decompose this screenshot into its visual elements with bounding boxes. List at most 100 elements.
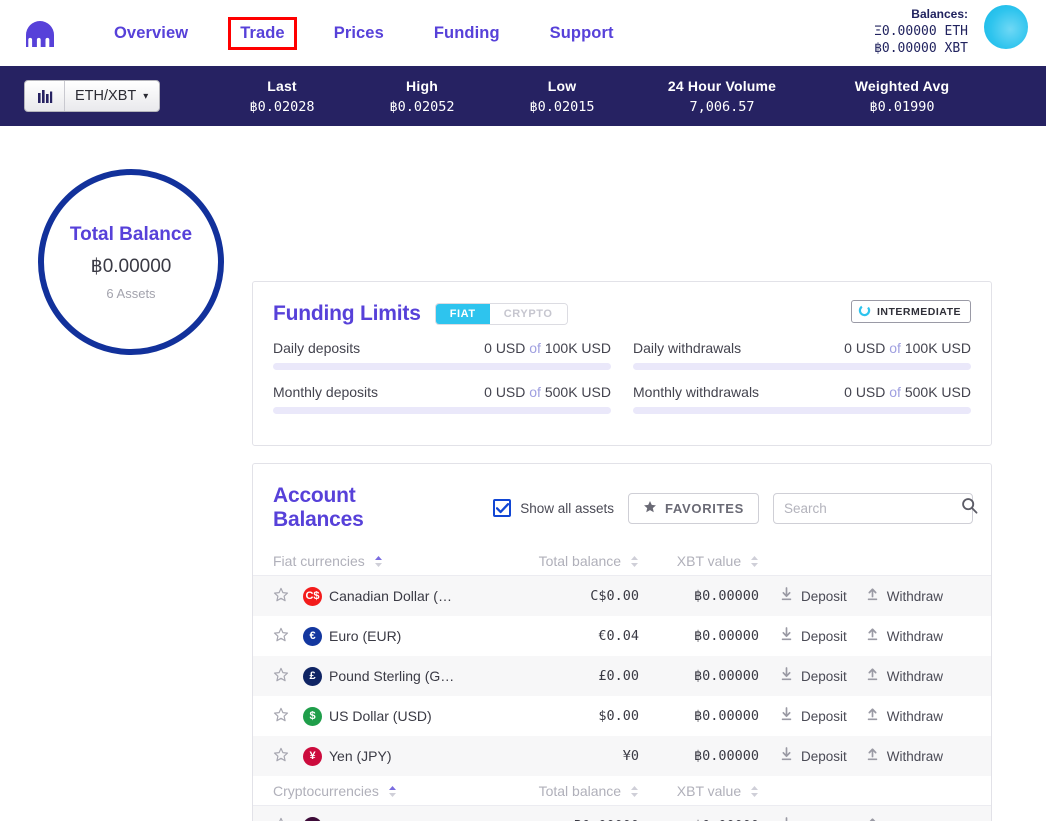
total-balance-title: Total Balance — [69, 223, 193, 245]
jpy-coin-icon: ¥ — [303, 746, 329, 766]
favorite-toggle[interactable] — [273, 747, 303, 766]
favorite-toggle[interactable] — [273, 627, 303, 646]
row-actions: Deposit Withdraw — [765, 667, 955, 685]
account-balances-title: Account Balances — [273, 484, 364, 531]
favorite-star-icon[interactable] — [273, 817, 289, 821]
tier-badge[interactable]: INTERMEDIATE — [851, 300, 971, 323]
withdraw-label: Withdraw — [886, 588, 944, 604]
withdraw-button[interactable]: Withdraw — [865, 707, 943, 725]
favorite-toggle[interactable] — [273, 667, 303, 686]
ticker-high-value: ฿0.02052 — [389, 98, 455, 115]
table-row[interactable]: C$ Canadian Dollar (… C$0.00 ฿0.00000 Deposi… — [253, 576, 991, 616]
gbp-coin-icon: £ — [303, 666, 329, 686]
withdraw-button[interactable]: Withdraw — [865, 817, 943, 821]
sort-icon[interactable] — [750, 555, 759, 568]
limit-values: 0 USD of 100K USD — [844, 340, 971, 356]
table-row[interactable]: ◉Augur (REP)ʀR0.00000฿0.00000DepositWith… — [253, 806, 991, 821]
deposit-button[interactable]: Deposit — [779, 707, 847, 725]
col-xbt-value[interactable]: XBT value — [639, 783, 765, 799]
deposit-label: Deposit — [801, 628, 847, 644]
funding-limits-card: Funding Limits FIAT CRYPTO INTERMEDIATE — [252, 281, 992, 446]
balances-table: Fiat currencies Total balance XBT value … — [253, 546, 991, 821]
sort-icon[interactable] — [750, 785, 759, 798]
sort-icon[interactable] — [388, 785, 397, 798]
favorite-star-icon[interactable] — [273, 667, 289, 686]
withdraw-label: Withdraw — [886, 748, 944, 764]
favorite-toggle[interactable] — [273, 817, 303, 821]
toggle-fiat[interactable]: FIAT — [435, 304, 490, 324]
favorite-toggle[interactable] — [273, 707, 303, 726]
deposit-button[interactable]: Deposit — [779, 587, 847, 605]
upload-icon — [865, 707, 880, 725]
deposit-button[interactable]: Deposit — [779, 667, 847, 685]
favorite-star-icon[interactable] — [273, 627, 289, 646]
table-row[interactable]: £ Pound Sterling (G… £0.00 ฿0.00000 Deposit W… — [253, 656, 991, 696]
favorite-star-icon[interactable] — [273, 707, 289, 726]
search-input[interactable] — [784, 500, 961, 516]
upload-icon — [865, 587, 880, 605]
nav-link-funding[interactable]: Funding — [424, 17, 510, 50]
col-cryptocurrencies[interactable]: Cryptocurrencies — [273, 783, 503, 799]
table-row[interactable]: ¥ Yen (JPY) ¥0 ฿0.00000 Deposit Withdraw — [253, 736, 991, 776]
table-row[interactable]: € Euro (EUR) €0.04 ฿0.00000 Deposit Withdraw — [253, 616, 991, 656]
toggle-crypto[interactable]: CRYPTO — [489, 304, 567, 324]
search-icon[interactable] — [961, 497, 978, 519]
limit-values: 0 USD of 100K USD — [484, 340, 611, 356]
deposit-label: Deposit — [801, 708, 847, 724]
ticker-low-value: ฿0.02015 — [529, 98, 595, 115]
limit-used: 0 USD — [844, 340, 886, 356]
trading-pair-selector[interactable]: ETH/XBT ▾ — [24, 80, 161, 112]
crypto-rows-container: ◉Augur (REP)ʀR0.00000฿0.00000DepositWith… — [253, 806, 991, 821]
table-row[interactable]: $ US Dollar (USD) $0.00 ฿0.00000 Deposit With… — [253, 696, 991, 736]
favorites-label: FAVORITES — [664, 500, 744, 516]
show-all-assets-toggle[interactable]: Show all assets — [493, 499, 614, 517]
favorites-button[interactable]: FAVORITES — [627, 492, 759, 524]
withdraw-label: Withdraw — [886, 628, 944, 644]
ticker-volume-value: 7,006.57 — [689, 98, 755, 115]
top-navigation-bar: Overview Trade Prices Funding Support Ba… — [0, 0, 1046, 66]
asset-search-box[interactable] — [773, 492, 978, 524]
withdraw-button[interactable]: Withdraw — [865, 747, 943, 765]
favorite-toggle[interactable] — [273, 587, 303, 606]
withdraw-button[interactable]: Withdraw — [865, 587, 943, 605]
deposit-button[interactable]: Deposit — [779, 817, 847, 821]
deposit-label: Deposit — [801, 668, 847, 684]
col-total-balance[interactable]: Total balance — [503, 553, 639, 569]
sort-icon[interactable] — [630, 785, 639, 798]
star-icon — [643, 500, 657, 517]
chevron-down-icon: ▾ — [143, 90, 149, 102]
favorite-star-icon[interactable] — [273, 587, 289, 606]
funding-type-toggle: FIAT CRYPTO — [434, 303, 568, 325]
asset-total-balance: $0.00 — [598, 708, 639, 724]
nav-link-support[interactable]: Support — [540, 17, 624, 50]
limit-used: 0 USD — [844, 384, 886, 400]
ticker-last-label: Last — [267, 77, 297, 94]
user-avatar[interactable] — [984, 5, 1028, 49]
deposit-button[interactable]: Deposit — [779, 747, 847, 765]
limit-max: 500K USD — [544, 384, 611, 400]
show-all-assets-checkbox[interactable] — [493, 499, 512, 517]
col-xbt-value[interactable]: XBT value — [639, 553, 765, 569]
eur-coin-icon: € — [303, 626, 329, 646]
upload-icon — [865, 817, 880, 821]
ticker-volume: 24 Hour Volume 7,006.57 — [632, 78, 812, 115]
asset-total-balance: £0.00 — [598, 668, 639, 684]
favorite-star-icon[interactable] — [273, 747, 289, 766]
kraken-octopus-logo[interactable] — [20, 11, 64, 55]
col-fiat-currencies[interactable]: Fiat currencies — [273, 553, 503, 569]
deposit-button[interactable]: Deposit — [779, 627, 847, 645]
upload-icon — [865, 627, 880, 645]
nav-link-prices[interactable]: Prices — [324, 17, 394, 50]
nav-link-trade[interactable]: Trade — [228, 16, 297, 50]
limit-values: 0 USD of 500K USD — [484, 384, 611, 400]
asset-name: Yen (JPY) — [329, 748, 392, 764]
sort-icon[interactable] — [374, 555, 383, 568]
col-total-balance[interactable]: Total balance — [503, 783, 639, 799]
withdraw-button[interactable]: Withdraw — [865, 627, 943, 645]
bar-chart-icon — [25, 81, 65, 111]
nav-link-overview[interactable]: Overview — [104, 17, 198, 50]
trading-pair-label: ETH/XBT ▾ — [65, 81, 159, 111]
asset-xbt-value: ฿0.00000 — [693, 588, 759, 604]
withdraw-button[interactable]: Withdraw — [865, 667, 943, 685]
sort-icon[interactable] — [630, 555, 639, 568]
